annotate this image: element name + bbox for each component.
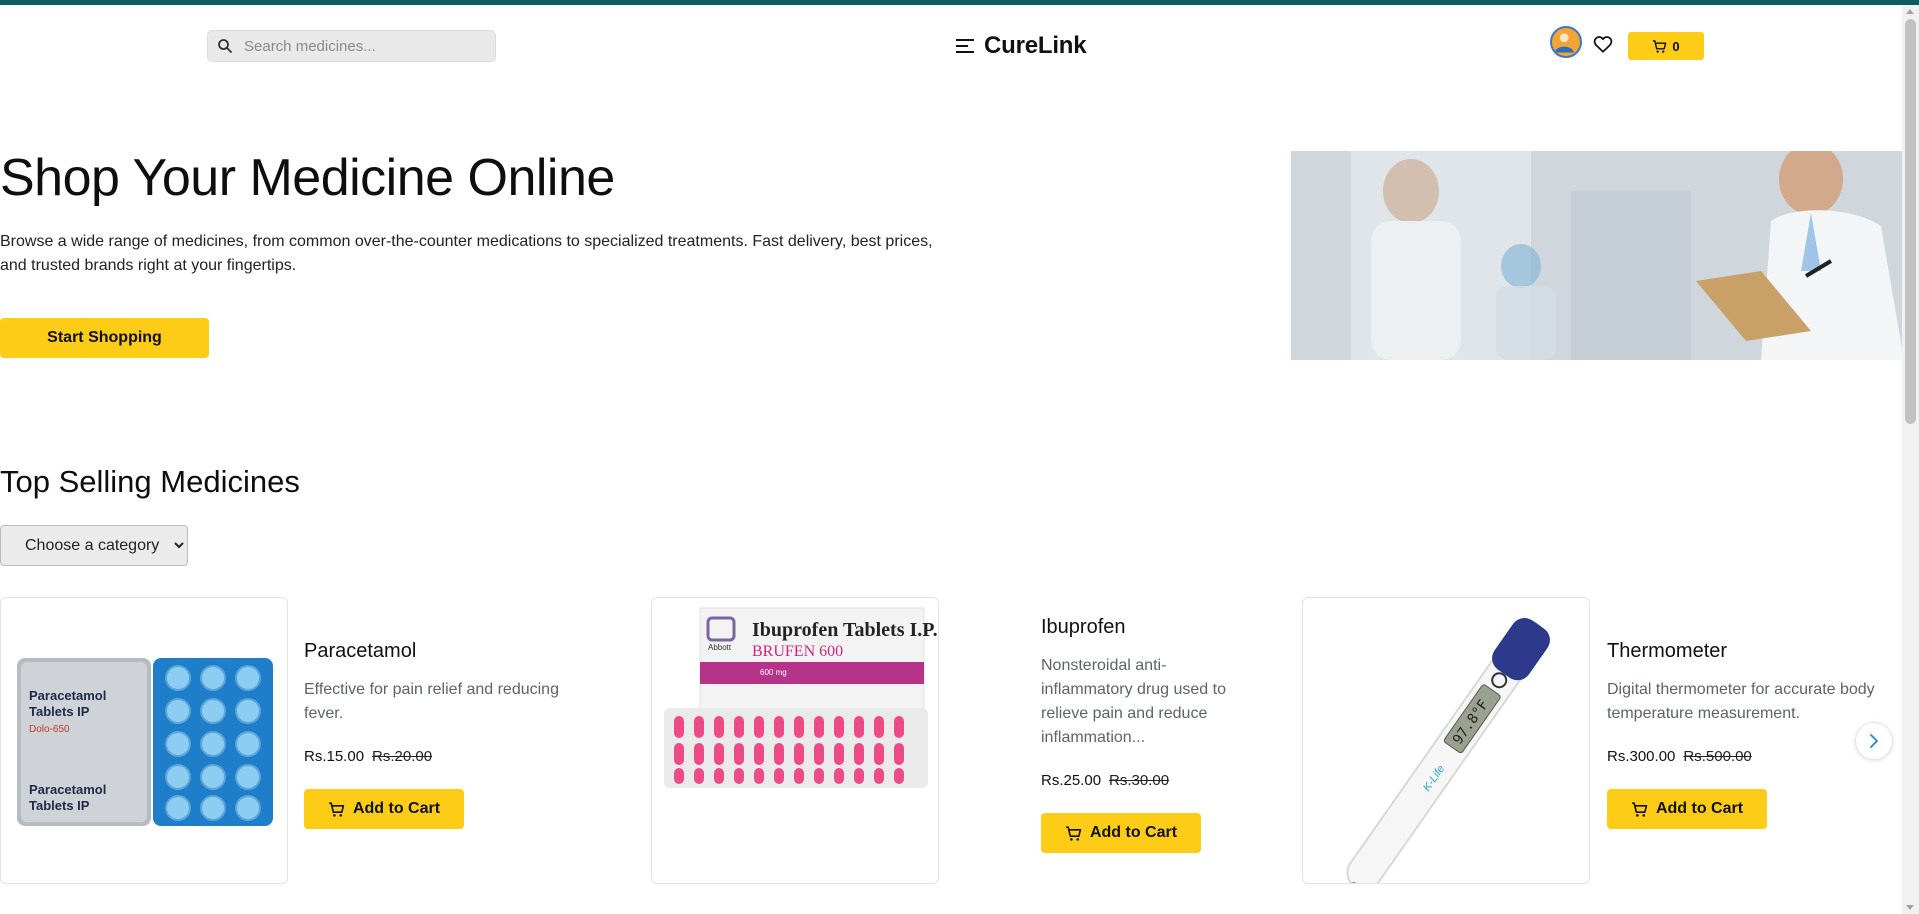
svg-text:Paracetamol: Paracetamol — [29, 688, 106, 703]
svg-text:Ibuprofen Tablets I.P.: Ibuprofen Tablets I.P. — [752, 619, 938, 641]
page-scrollbar[interactable] — [1902, 5, 1919, 914]
add-to-cart-label: Add to Cart — [352, 800, 441, 817]
product-name[interactable]: Thermometer — [1607, 640, 1727, 663]
svg-text:Paracetamol: Paracetamol — [29, 782, 106, 797]
svg-text:600 mg: 600 mg — [760, 668, 787, 677]
product-name[interactable]: Ibuprofen — [1041, 616, 1126, 639]
section-title: Top Selling Medicines — [0, 464, 300, 499]
product-image-ibuprofen[interactable]: Abbott Ibuprofen Tablets I.P. BRUFEN 600… — [651, 597, 939, 884]
svg-text:BRUFEN 600: BRUFEN 600 — [752, 643, 843, 660]
add-to-cart-label: Add to Cart — [1655, 800, 1744, 817]
svg-text:Abbott: Abbott — [708, 643, 732, 652]
brand-name[interactable]: CureLink — [984, 32, 1087, 60]
carousel-next-button[interactable] — [1855, 722, 1893, 760]
svg-text:Dolo-650: Dolo-650 — [29, 724, 70, 735]
price-current: Rs.25.00 — [1041, 772, 1102, 789]
scrollbar-thumb[interactable] — [1905, 19, 1916, 424]
cart-button[interactable]: 0 — [1628, 32, 1704, 60]
add-to-cart-button[interactable]: Add to Cart — [1607, 789, 1767, 829]
cart-icon — [1653, 39, 1667, 53]
product-image-thermometer[interactable]: 97.8°F K-Life — [1302, 597, 1590, 884]
search-input[interactable] — [242, 36, 486, 56]
hero-title: Shop Your Medicine Online — [0, 149, 615, 207]
price-current: Rs.15.00 — [304, 748, 365, 765]
product-description: Digital thermometer for accurate body te… — [1607, 681, 1875, 722]
price-old: Rs.30.00 — [1109, 772, 1170, 789]
scroll-up-arrow[interactable] — [1906, 9, 1914, 14]
price-current: Rs.300.00 — [1607, 748, 1676, 765]
search-icon — [218, 39, 232, 53]
product-image-paracetamol[interactable]: Paracetamol Tablets IP Dolo-650 Paraceta… — [0, 597, 288, 884]
search-bar[interactable] — [207, 30, 496, 62]
product-price: Rs.15.00 Rs.20.00 — [304, 748, 432, 765]
price-old: Rs.500.00 — [1683, 748, 1752, 765]
hero-image — [1291, 151, 1904, 360]
chevron-right-icon — [1870, 734, 1878, 748]
scroll-down-arrow[interactable] — [1906, 905, 1914, 910]
svg-text:Tablets IP: Tablets IP — [29, 704, 90, 719]
product-price: Rs.25.00 Rs.30.00 — [1041, 772, 1169, 789]
add-to-cart-label: Add to Cart — [1089, 824, 1178, 841]
top-accent-bar — [0, 0, 1919, 5]
cart-icon — [1066, 825, 1082, 841]
hero-description: Browse a wide range of medicines, from c… — [0, 233, 933, 274]
heart-icon[interactable] — [1592, 33, 1614, 55]
user-icon — [1554, 33, 1574, 53]
add-to-cart-button[interactable]: Add to Cart — [304, 789, 464, 829]
start-shopping-button[interactable]: Start Shopping — [0, 318, 209, 358]
product-price: Rs.300.00 Rs.500.00 — [1607, 748, 1752, 765]
add-to-cart-button[interactable]: Add to Cart — [1041, 813, 1201, 853]
product-description: Nonsteroidal anti-inflammatory drug used… — [1041, 657, 1226, 746]
category-select[interactable]: Choose a category — [0, 525, 188, 566]
price-old: Rs.20.00 — [372, 748, 433, 765]
cart-icon — [329, 801, 345, 817]
svg-text:Tablets IP: Tablets IP — [29, 798, 90, 813]
cart-icon — [1632, 801, 1648, 817]
product-name[interactable]: Paracetamol — [304, 640, 416, 663]
menu-icon[interactable] — [954, 35, 976, 57]
product-description: Effective for pain relief and reducing f… — [304, 681, 559, 722]
cart-count: 0 — [1672, 38, 1680, 54]
avatar[interactable] — [1550, 26, 1582, 58]
brand[interactable]: CureLink — [954, 32, 1087, 60]
